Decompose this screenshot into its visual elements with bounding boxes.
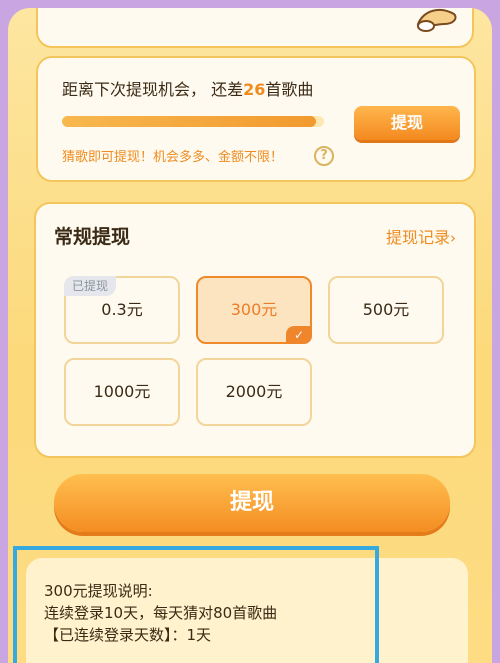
info-login-days: 【已连续登录天数】：1天: [44, 626, 212, 644]
progress-title: 距离下次提现机会， 还差26首歌曲: [62, 76, 313, 100]
withdraw-small-button[interactable]: 提现: [354, 106, 460, 140]
withdraw-record-link[interactable]: 提现记录›: [386, 224, 456, 248]
chevron-right-icon: ›: [450, 229, 456, 247]
help-icon[interactable]: ?: [314, 146, 334, 166]
withdraw-main-button[interactable]: 提现: [54, 474, 450, 532]
amount-label: 300元: [230, 300, 278, 319]
withdraw-card: 常规提现 提现记录› 已提现 0.3元 300元 ✓ 500元 1000元 20…: [34, 202, 476, 458]
remaining-count: 26: [243, 80, 266, 99]
amount-label: 1000元: [93, 382, 151, 401]
info-title: 300元提现说明:: [44, 582, 153, 600]
decoration-illustration: [416, 8, 457, 32]
amount-option-2000[interactable]: 2000元: [196, 358, 312, 426]
progress-title-suffix: 首歌曲: [265, 80, 314, 99]
withdraw-info-card: 300元提现说明: 连续登录10天，每天猜对80首歌曲 【已连续登录天数】：1天: [26, 558, 468, 663]
amount-label: 0.3元: [101, 300, 143, 319]
amount-option-0-3[interactable]: 已提现 0.3元: [64, 276, 180, 344]
withdrawn-badge: 已提现: [64, 276, 117, 296]
progress-card: 距离下次提现机会， 还差26首歌曲 提现 猜歌即可提现！机会多多、金额不限！ ?: [36, 56, 476, 182]
amount-label: 2000元: [225, 382, 283, 401]
progress-bar: [62, 116, 324, 127]
info-requirement: 连续登录10天，每天猜对80首歌曲: [44, 604, 278, 622]
amount-label: 500元: [362, 300, 410, 319]
amount-option-300[interactable]: 300元 ✓: [196, 276, 312, 344]
amount-option-1000[interactable]: 1000元: [64, 358, 180, 426]
progress-title-prefix: 距离下次提现机会， 还差: [62, 80, 244, 99]
progress-bar-fill: [62, 116, 317, 127]
withdraw-record-label: 提现记录: [385, 228, 450, 247]
section-title: 常规提现: [54, 226, 131, 248]
check-icon: ✓: [286, 326, 312, 344]
withdraw-hint: 猜歌即可提现！机会多多、金额不限！: [62, 150, 284, 165]
amount-option-500[interactable]: 500元: [328, 276, 444, 344]
top-card: [36, 8, 474, 48]
